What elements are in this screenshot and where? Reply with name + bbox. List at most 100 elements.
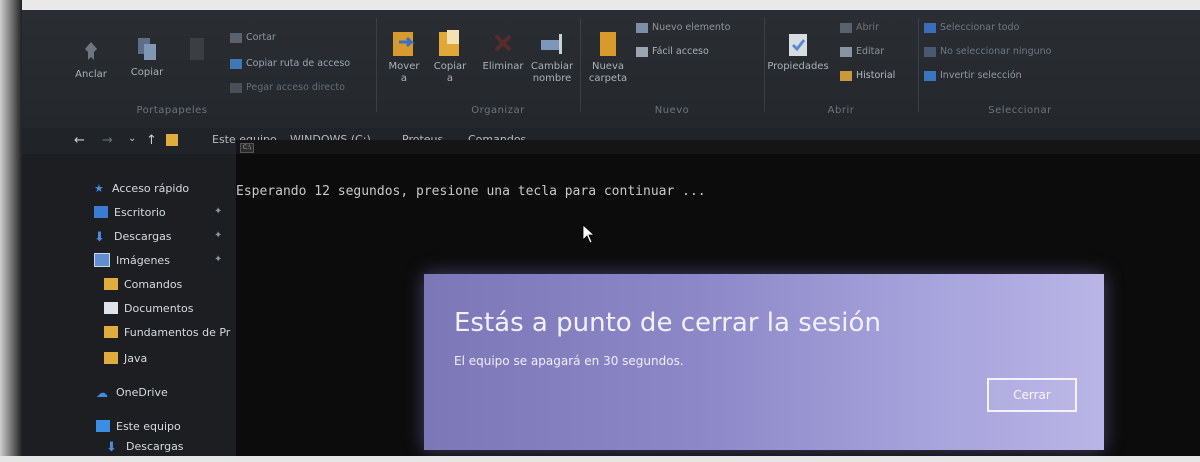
up-button[interactable]: ↑ — [146, 133, 157, 148]
cloud-icon: ☁ — [96, 386, 108, 400]
history-icon — [840, 70, 852, 81]
sidebar-item-label: Este equipo — [116, 419, 181, 433]
nuevo-group-label: Nuevo — [654, 105, 690, 116]
cambiar-nombre-button[interactable]: Cambiar nombre — [528, 28, 576, 85]
abrir-group-label: Abrir — [827, 105, 855, 116]
sidebar-item-label: Documentos — [124, 301, 194, 315]
sidebar-item-label: Fundamentos de Pr — [124, 325, 231, 339]
sidebar-item-imagenes[interactable]: Imágenes — [94, 250, 170, 270]
new-folder-icon — [600, 32, 616, 56]
rename-icon — [541, 34, 562, 54]
historial-label: Historial — [856, 70, 896, 81]
seleccionar-todo-label: Seleccionar todo — [940, 22, 1020, 33]
sidebar-item-onedrive[interactable]: ☁ OneDrive — [96, 382, 168, 402]
folder-icon — [104, 352, 118, 364]
sidebar-item-java[interactable]: Java — [104, 348, 147, 368]
sidebar-item-fundamentos[interactable]: Fundamentos de Pr — [104, 322, 230, 342]
path-icon — [230, 58, 242, 69]
back-button[interactable]: ← — [74, 133, 85, 148]
nueva-carpeta-button[interactable]: Nueva carpeta — [586, 28, 630, 85]
folder-icon — [166, 134, 178, 146]
sidebar-item-escritorio[interactable]: Escritorio — [94, 202, 166, 222]
download-icon: ⬇ — [106, 440, 117, 455]
abrir-button[interactable]: Abrir — [840, 22, 879, 33]
nuevo-elemento-label: Nuevo elemento — [652, 22, 731, 33]
propiedades-button[interactable]: Propiedades — [766, 32, 830, 73]
computer-icon — [96, 420, 110, 432]
console-title-bar[interactable]: C:\ — [236, 140, 1200, 154]
eliminar-label: Eliminar — [482, 61, 524, 72]
sign-out-dialog: Estás a punto de cerrar la sesión El equ… — [424, 274, 1104, 450]
select-all-icon — [924, 22, 936, 33]
mouse-cursor-icon — [582, 224, 596, 244]
facil-acceso-label: Fácil acceso — [652, 46, 709, 57]
cambiar-nombre-label: Cambiar nombre — [530, 61, 574, 84]
recent-locations-button[interactable]: ⌄ — [128, 133, 136, 144]
seleccionar-group-label: Seleccionar — [988, 105, 1052, 116]
ribbon-group-portapapeles: Anclar Copiar Cortar Copiar ruta de acce… — [22, 14, 350, 122]
no-seleccionar-button[interactable]: No seleccionar ninguno — [924, 46, 1051, 57]
abrir-label: Abrir — [856, 22, 879, 33]
scissors-icon — [230, 32, 242, 43]
invert-selection-icon — [924, 70, 936, 81]
pegar-button[interactable] — [182, 36, 212, 67]
invertir-seleccion-label: Invertir selección — [940, 70, 1022, 81]
copy-folder-icon — [439, 30, 459, 56]
eliminar-button[interactable]: Eliminar — [478, 28, 528, 73]
sidebar-item-descargas-pc[interactable]: ⬇ Descargas — [106, 436, 184, 456]
copiar-button[interactable]: Copiar — [122, 36, 172, 79]
copiar-a-button[interactable]: Copiar a — [430, 28, 470, 85]
propiedades-label: Propiedades — [767, 61, 829, 72]
copiar-ruta-button[interactable]: Copiar ruta de acceso — [230, 58, 350, 69]
nuevo-elemento-button[interactable]: Nuevo elemento — [636, 22, 730, 33]
explorer-ribbon: Anclar Copiar Cortar Copiar ruta de acce… — [22, 10, 1200, 128]
new-item-icon — [636, 22, 648, 33]
pin-icon: ✦ — [214, 206, 223, 217]
ribbon-divider — [376, 18, 377, 112]
open-icon — [840, 22, 852, 33]
ribbon-group-seleccionar: Seleccionar todo No seleccionar ninguno … — [920, 14, 1120, 122]
anclar-label: Anclar — [75, 69, 107, 80]
pegar-acceso-button[interactable]: Pegar acceso directo — [230, 82, 345, 93]
cortar-button[interactable]: Cortar — [230, 32, 276, 43]
folder-icon — [104, 278, 118, 290]
anclar-button[interactable]: Anclar — [66, 40, 116, 81]
copiar-label: Copiar — [130, 67, 164, 78]
documents-icon — [104, 302, 118, 314]
editar-button[interactable]: Editar — [840, 46, 884, 57]
sidebar-item-descargas[interactable]: ⬇ Descargas — [94, 226, 172, 246]
copy-icon — [138, 38, 156, 60]
no-seleccionar-label: No seleccionar ninguno — [940, 46, 1052, 57]
sidebar-item-acceso-rapido[interactable]: ★ Acceso rápido — [94, 178, 189, 198]
sidebar-item-label: OneDrive — [116, 385, 168, 399]
sidebar-item-label: Acceso rápido — [112, 181, 190, 195]
sidebar-item-label: Descargas — [126, 439, 184, 453]
sidebar-item-comandos[interactable]: Comandos — [104, 274, 182, 294]
editar-label: Editar — [856, 46, 885, 57]
historial-button[interactable]: Historial — [840, 70, 895, 81]
console-output: Esperando 12 segundos, presione una tecl… — [236, 184, 706, 199]
seleccionar-todo-button[interactable]: Seleccionar todo — [924, 22, 1019, 33]
properties-icon — [789, 34, 807, 56]
sidebar-item-documentos[interactable]: Documentos — [104, 298, 193, 318]
select-none-icon — [924, 46, 936, 57]
paste-icon — [190, 38, 204, 60]
monitor-bottom-edge — [0, 456, 1200, 462]
pictures-icon — [94, 253, 110, 267]
facil-acceso-button[interactable]: Fácil acceso — [636, 46, 709, 57]
move-folder-icon — [393, 32, 415, 56]
pin-icon — [85, 42, 97, 60]
pin-icon: ✦ — [214, 254, 223, 265]
invertir-seleccion-button[interactable]: Invertir selección — [924, 70, 1022, 81]
sidebar-item-este-equipo[interactable]: Este equipo — [96, 416, 181, 436]
close-button[interactable]: Cerrar — [987, 378, 1077, 412]
ribbon-group-nuevo: Nueva carpeta Nuevo elemento Fácil acces… — [582, 14, 762, 122]
ribbon-group-abrir: Propiedades Abrir Editar Historial Abrir — [766, 14, 916, 122]
forward-button[interactable]: → — [102, 133, 113, 148]
monitor-top-edge — [0, 0, 1200, 10]
sidebar-item-label: Java — [124, 351, 148, 365]
mover-a-button[interactable]: Mover a — [384, 28, 424, 85]
navigation-pane: ★ Acceso rápido Escritorio ✦ ⬇ Descargas… — [22, 154, 236, 456]
sidebar-item-label: Comandos — [124, 277, 183, 291]
console-icon: C:\ — [240, 143, 254, 153]
